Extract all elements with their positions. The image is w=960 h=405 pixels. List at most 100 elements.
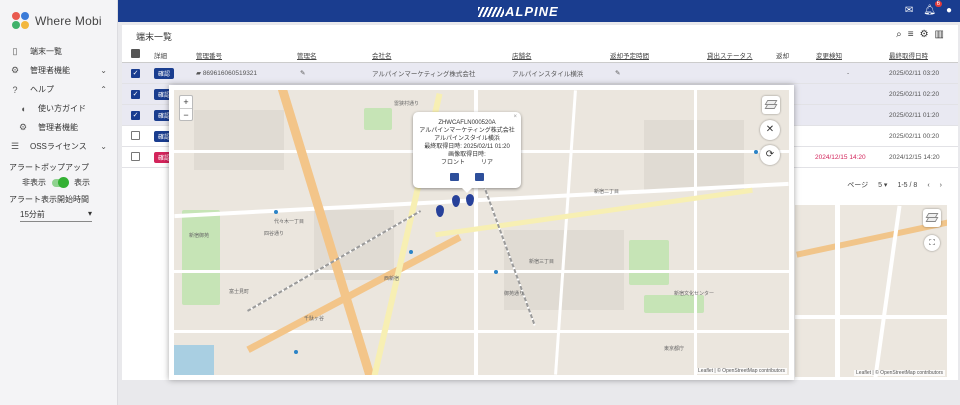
water-area [174, 345, 214, 375]
edit-icon[interactable]: ✎ [300, 69, 305, 77]
map-label: 雷狭村通り [394, 101, 420, 107]
help-icon: ? [12, 84, 18, 95]
popup-company: アルパインマーケティング株式会社 [419, 128, 515, 134]
popup-close-icon[interactable]: × [513, 113, 517, 121]
change-detect: - [847, 69, 850, 77]
edit-icon[interactable]: ✎ [615, 69, 620, 77]
row-checkbox[interactable]: ✓ [131, 68, 140, 78]
col-header[interactable]: 管理名 [297, 50, 317, 60]
alert-popup-toggle[interactable] [52, 176, 69, 188]
popup-image-date: 画像取得日時: [448, 152, 486, 158]
refresh-icon[interactable]: ⟳ [760, 145, 780, 165]
page-title: 端末一覧 [136, 32, 173, 42]
alert-start-select[interactable]: 15分前 ▾ [20, 209, 92, 222]
mail-icon[interactable]: ✉ [905, 5, 913, 16]
device-icon: ▰ [196, 70, 203, 77]
next-page-icon[interactable]: › [940, 182, 942, 189]
map-label: 千駄ヶ谷 [304, 316, 325, 322]
col-header[interactable]: 最終取得日時 [889, 50, 928, 60]
table-header: 詳細 管理番号 管理名 会社名 店舗名 返却予定時間 貸出ステータス 返却 変更… [122, 47, 958, 63]
alert-start-label: アラート表示開始時間 [9, 195, 89, 204]
gear-icon: ⚙ [18, 122, 28, 132]
col-header[interactable]: 変更検知 [816, 50, 842, 60]
map-label: 代々木一丁目 [274, 219, 305, 225]
status-badge[interactable]: 確認 [154, 67, 175, 79]
zoom-out-button[interactable]: − [180, 108, 192, 120]
poi-dot [494, 270, 498, 274]
map-label: 富士見町 [229, 289, 250, 295]
account-icon[interactable]: ● [946, 5, 952, 16]
change-detect: 2024/12/15 14:20 [815, 153, 866, 161]
table-row[interactable]: ✓ 確認 ▰ 869616060519321 ✎ アルパインマーケティング株式会… [122, 63, 958, 84]
park-area [364, 108, 392, 130]
map-label: 西新宿 [384, 276, 400, 282]
col-header[interactable]: 店舗名 [512, 50, 532, 60]
last-acquired: 2025/02/11 00:20 [889, 132, 940, 140]
row-checkbox[interactable]: ✓ [131, 89, 140, 99]
map-label: 新宿御苑 [189, 233, 210, 239]
front-image-icon[interactable] [450, 173, 459, 181]
per-page-select[interactable]: 5 ▾ [878, 181, 887, 189]
sidebar: Where Mobi ▯ 端末一覧 ⚙ 管理者機能 ⌄ ? ヘルプ ⌃ ◖ 使い… [0, 0, 118, 405]
toggle-on-label: 表示 [74, 178, 90, 187]
map-label: 新宿文化センター [674, 291, 715, 297]
filter-icon[interactable]: ≡ [908, 29, 914, 40]
background-map[interactable]: ⛶ Leaflet | © OpenStreetMap contributors [795, 205, 947, 377]
poi-dot [754, 150, 758, 154]
brand-logo: ALPINE [478, 4, 559, 19]
row-checkbox[interactable]: ✓ [131, 110, 140, 120]
search-icon[interactable]: ⌕ [896, 29, 902, 40]
col-header[interactable]: 返却予定時間 [610, 50, 649, 60]
gear-icon: ⚙ [10, 65, 20, 75]
col-header[interactable]: 貸出ステータス [707, 50, 753, 60]
sidebar-item-label: 使い方ガイド [38, 104, 86, 113]
dropdown-caret-icon: ▾ [87, 209, 92, 218]
close-icon[interactable]: ✕ [760, 120, 780, 140]
last-acquired: 2025/02/11 01:20 [889, 111, 940, 119]
col-header: 返却 [776, 52, 789, 60]
bell-icon[interactable]: 🔔︎ 6 [923, 1, 942, 16]
notification-badge: 6 [934, 1, 942, 7]
alert-start-value: 15分前 [20, 210, 45, 219]
sidebar-item-device-list[interactable]: ▯ 端末一覧 [0, 42, 117, 61]
alert-popup-label: アラートポップアップ [9, 163, 89, 172]
pagination: ページ 5 ▾ 1-5 / 8 ‹ › [847, 180, 942, 190]
col-header[interactable]: 管理番号 [196, 50, 222, 60]
sidebar-item-admin[interactable]: ⚙ 管理者機能 ⌄ [0, 61, 117, 80]
gear-icon[interactable]: ⚙ [920, 29, 929, 40]
park-area [629, 240, 669, 285]
zoom-in-button[interactable]: + [180, 96, 192, 108]
top-header: ALPINE ✉ 🔔︎ 6 ● [118, 0, 960, 22]
device-marker[interactable] [466, 194, 474, 206]
chevron-down-icon: ⌄ [100, 66, 107, 75]
row-checkbox[interactable] [131, 151, 140, 161]
map-view[interactable]: 雷狭村通り 新宿二丁目 新宿三丁目 代々木一丁目 千駄ヶ谷 四谷通り 富士見町 … [174, 90, 789, 375]
page-range: 1-5 / 8 [897, 181, 918, 189]
store-name: アルパインスタイル横浜 [512, 71, 584, 78]
brand-text: ALPINE [505, 4, 559, 19]
device-marker[interactable] [452, 195, 460, 207]
row-checkbox[interactable] [131, 130, 140, 140]
app-logo[interactable]: Where Mobi [0, 0, 117, 42]
sidebar-item-oss[interactable]: ☰ OSSライセンス ⌄ [0, 137, 117, 156]
select-all-checkbox[interactable] [131, 49, 140, 58]
col-header[interactable]: 会社名 [372, 50, 392, 60]
phone-icon: ▯ [12, 46, 18, 56]
list-icon: ☰ [10, 141, 20, 151]
sidebar-item-help[interactable]: ? ヘルプ ⌃ [0, 80, 117, 99]
sidebar-item-guide[interactable]: ◖ 使い方ガイド [0, 99, 117, 118]
logo-text: Where Mobi [35, 14, 102, 28]
alert-popup-toggle-row: 非表示 表示 [0, 176, 117, 188]
layers-icon[interactable] [762, 96, 780, 114]
device-marker[interactable] [436, 205, 444, 217]
toggle-off-label: 非表示 [22, 178, 46, 187]
fullscreen-icon[interactable]: ⛶ [924, 235, 940, 251]
layers-icon[interactable] [923, 209, 941, 227]
map-label: 四谷通り [264, 231, 285, 237]
prev-page-icon[interactable]: ‹ [927, 182, 929, 189]
poi-dot [294, 350, 298, 354]
sidebar-item-label: OSSライセンス [30, 142, 87, 151]
rear-image-icon[interactable] [475, 173, 484, 181]
sidebar-item-admin-help[interactable]: ⚙ 管理者機能 [0, 118, 117, 137]
map-icon[interactable]: ▥ [935, 29, 944, 40]
